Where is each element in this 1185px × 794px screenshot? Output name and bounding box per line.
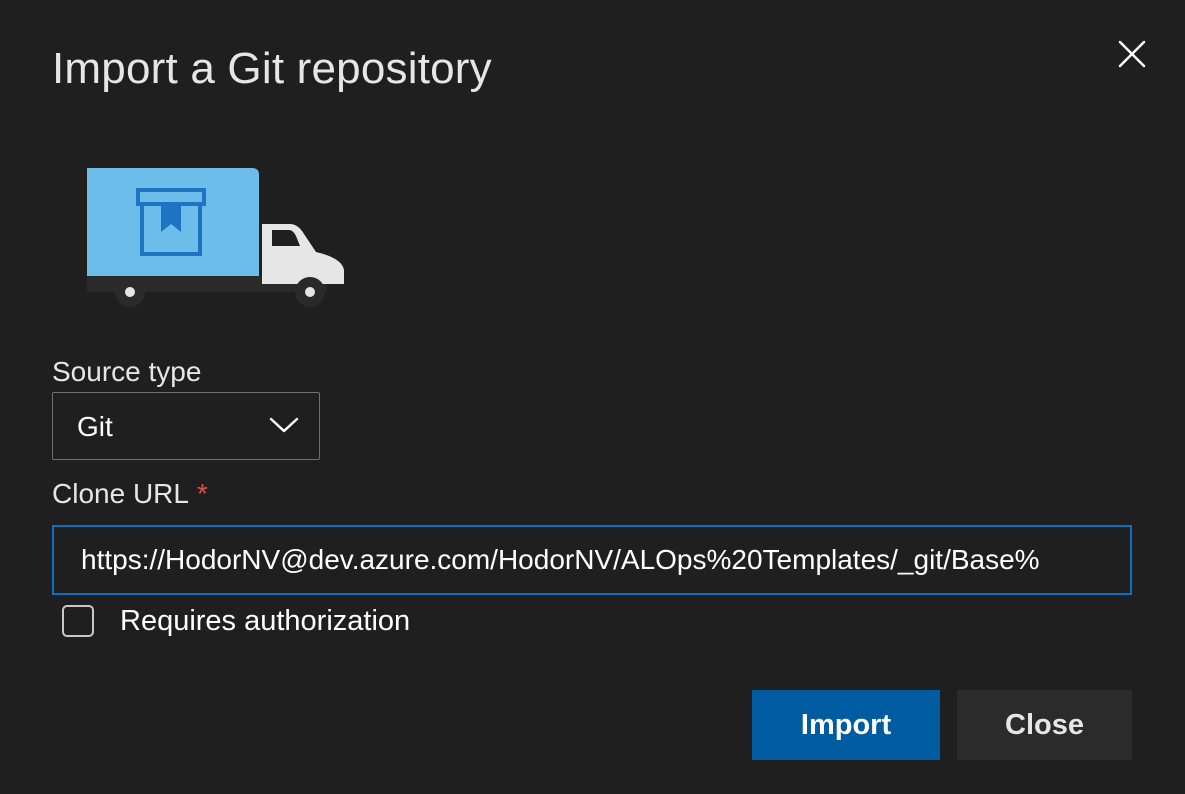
requires-authorization-label: Requires authorization	[120, 604, 411, 637]
close-button[interactable]: Close	[957, 690, 1132, 760]
import-repository-dialog: Import a Git repository Source type Git	[0, 0, 1185, 794]
close-icon[interactable]	[1112, 34, 1152, 74]
moving-truck-illustration	[87, 168, 344, 307]
chevron-down-icon	[269, 417, 299, 433]
import-button[interactable]: Import	[752, 690, 940, 760]
clone-url-input[interactable]	[52, 525, 1132, 595]
checkbox-box[interactable]	[62, 605, 94, 637]
source-type-label: Source type	[52, 356, 202, 387]
source-type-dropdown[interactable]: Git	[52, 392, 320, 460]
required-indicator: *	[196, 478, 208, 509]
requires-authorization-checkbox[interactable]: Requires authorization	[62, 603, 410, 639]
clone-url-label-text: Clone URL	[52, 478, 189, 509]
clone-url-label: Clone URL *	[52, 478, 208, 510]
source-type-value: Git	[77, 411, 113, 442]
dialog-title: Import a Git repository	[52, 44, 492, 93]
